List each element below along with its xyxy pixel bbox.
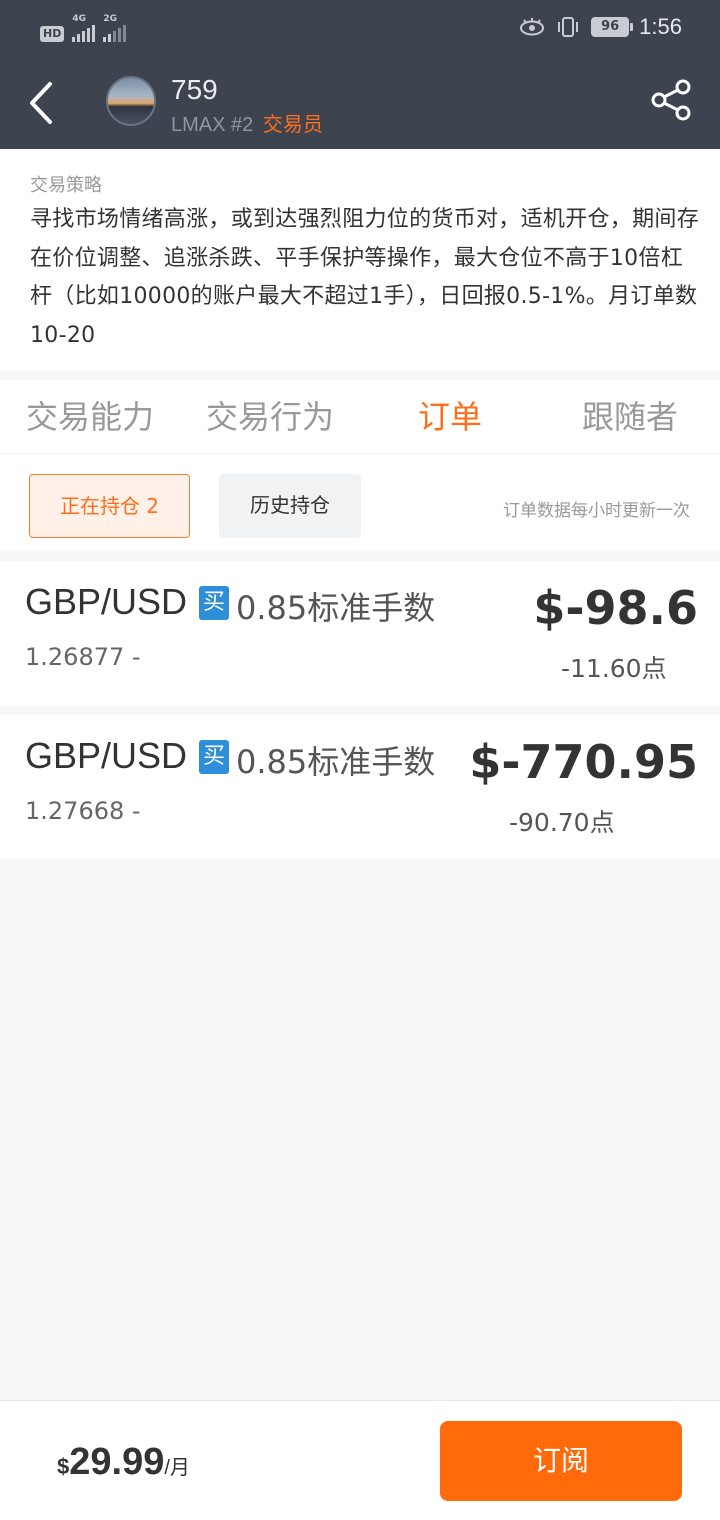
subscription-price: $29.99/月	[57, 1441, 190, 1484]
list-item[interactable]: GBP/USD 买 0.85标准手数 1.27668 - $-770.95 -9…	[0, 715, 720, 859]
share-icon[interactable]	[650, 78, 694, 122]
broker-rank: LMAX #2	[171, 114, 254, 136]
price-period: /月	[164, 1457, 190, 1479]
eye-comfort-icon	[520, 18, 545, 36]
buy-badge: 买	[199, 740, 229, 774]
profile-header: 759 LMAX #2 交易员	[0, 56, 720, 149]
strategy-section: 交易策略 寻找市场情绪高涨，或到达强烈阻力位的货币对，适机开仓，期间存在价位调整…	[0, 149, 720, 371]
buy-badge: 买	[199, 586, 229, 620]
signal-icon-secondary: 2G	[103, 14, 127, 42]
system-indicators: 96 1:56	[519, 14, 682, 40]
price-amount: 29.99	[69, 1441, 165, 1483]
position-filter-bar: 正在持仓 2 历史持仓 订单数据每小时更新一次	[0, 454, 720, 550]
profit-loss: $-770.95	[469, 735, 698, 789]
back-arrow-icon[interactable]	[22, 76, 62, 130]
tab-bar: 交易能力 交易行为 订单 跟随者	[0, 380, 720, 454]
network-indicators: HD 4G 2G	[40, 14, 127, 42]
vibrate-icon	[558, 17, 579, 37]
subscription-bar: $29.99/月 订阅	[0, 1400, 720, 1520]
lot-size: 0.85标准手数	[236, 589, 436, 627]
tab-orders[interactable]: 订单	[360, 380, 540, 453]
app-header: HD 4G 2G 96 1:56 759 LMAX #2 交易员	[0, 0, 720, 149]
tab-followers[interactable]: 跟随者	[540, 380, 720, 453]
open-price: 1.27668 -	[25, 797, 141, 825]
trader-name: 759	[171, 74, 218, 105]
hd-voice-icon: HD	[40, 26, 65, 42]
battery-icon: 96	[591, 17, 634, 37]
signal-icon: 4G	[72, 14, 96, 42]
update-note: 订单数据每小时更新一次	[503, 501, 690, 521]
history-positions-button[interactable]: 历史持仓	[219, 474, 361, 538]
strategy-label: 交易策略	[30, 175, 102, 196]
status-bar: HD 4G 2G 96 1:56	[0, 0, 720, 56]
network-type-label: 4G	[72, 14, 86, 24]
role-badge: 交易员	[262, 114, 323, 136]
clock: 1:56	[639, 14, 682, 39]
tab-trading-ability[interactable]: 交易能力	[0, 380, 180, 453]
lot-size: 0.85标准手数	[236, 743, 436, 781]
open-price: 1.26877 -	[25, 643, 141, 671]
profit-loss: $-98.6	[533, 581, 698, 635]
currency-pair: GBP/USD	[25, 735, 188, 776]
network-type-label-secondary: 2G	[103, 14, 117, 24]
currency-pair: GBP/USD	[25, 581, 188, 622]
trader-subtitle: LMAX #2 交易员	[171, 108, 323, 137]
price-currency: $	[57, 1454, 70, 1479]
avatar[interactable]	[106, 76, 156, 126]
points: -90.70点	[509, 808, 615, 837]
list-item[interactable]: GBP/USD 买 0.85标准手数 1.26877 - $-98.6 -11.…	[0, 561, 720, 705]
tab-trading-behavior[interactable]: 交易行为	[180, 380, 360, 453]
points: -11.60点	[561, 654, 667, 683]
strategy-text: 寻找市场情绪高涨，或到达强烈阻力位的货币对，适机开仓，期间存在价位调整、追涨杀跌…	[30, 207, 700, 348]
current-positions-button[interactable]: 正在持仓 2	[29, 474, 190, 538]
subscribe-button[interactable]: 订阅	[440, 1421, 682, 1501]
